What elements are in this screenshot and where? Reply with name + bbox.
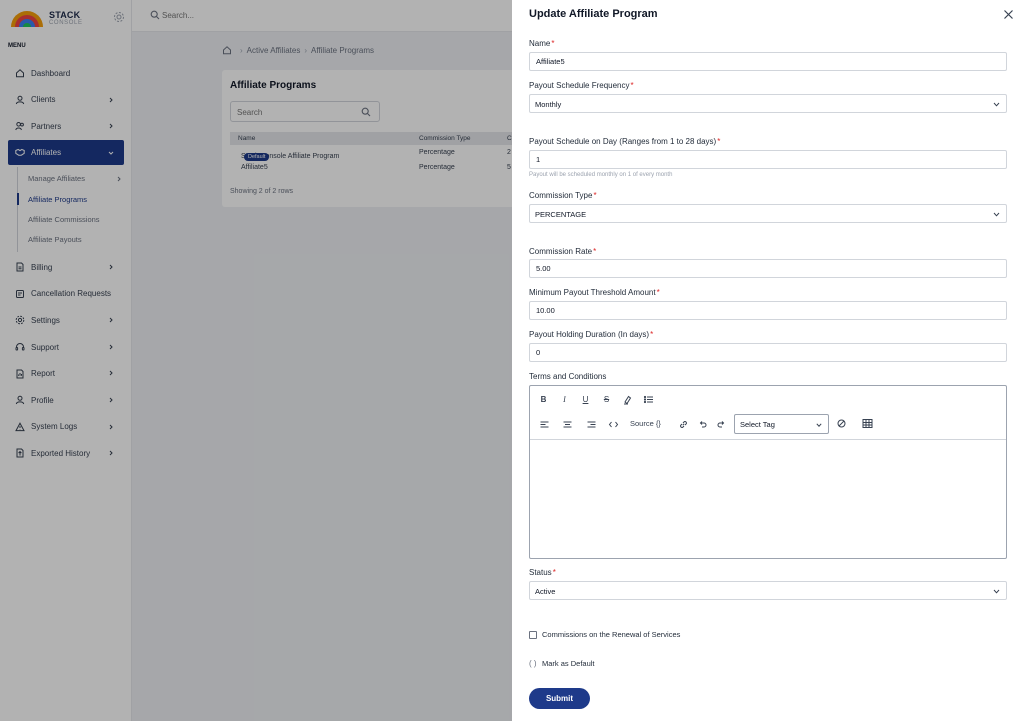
required-mark: *: [593, 191, 597, 200]
commission-rate-label: Commission Rate*: [529, 247, 596, 256]
schedule-day-label: Payout Schedule on Day (Ranges from 1 to…: [529, 137, 720, 146]
label-text: Status: [529, 568, 552, 577]
close-icon[interactable]: [1003, 9, 1014, 20]
editor-content-area[interactable]: [530, 440, 1006, 558]
table-icon[interactable]: [862, 418, 873, 429]
terms-label: Terms and Conditions: [529, 372, 607, 381]
chevron-down-icon: [816, 423, 822, 427]
chevron-down-icon: [993, 102, 1000, 107]
submit-button[interactable]: Submit: [529, 688, 590, 709]
code-icon[interactable]: [608, 419, 619, 430]
label-text: Payout Schedule on Day (Ranges from 1 to…: [529, 137, 717, 146]
label-text: Name: [529, 39, 551, 48]
label-text: Commission Type: [529, 191, 593, 200]
holding-duration-label: Payout Holding Duration (In days)*: [529, 330, 653, 339]
label-text: Payout Schedule Frequency: [529, 81, 630, 90]
select-value: Monthly: [535, 100, 562, 109]
chevron-down-icon: [993, 212, 1000, 217]
status-label: Status*: [529, 568, 556, 577]
label-text: Commission Rate: [529, 247, 593, 256]
name-label: Name*: [529, 39, 554, 48]
label-text: Minimum Payout Threshold Amount: [529, 288, 656, 297]
modal-overlay[interactable]: [0, 0, 512, 721]
chevron-down-icon: [993, 589, 1000, 594]
required-mark: *: [593, 247, 597, 256]
name-input[interactable]: [529, 52, 1007, 71]
frequency-select[interactable]: Monthly: [529, 94, 1007, 113]
tag-select[interactable]: Select Tag: [734, 414, 829, 434]
align-left-icon[interactable]: [539, 419, 550, 430]
commission-type-label: Commission Type*: [529, 191, 597, 200]
mark-default-label: Mark as Default: [542, 659, 595, 668]
mark-default-option[interactable]: ( ) Mark as Default: [529, 659, 595, 668]
commission-rate-input[interactable]: [529, 259, 1007, 278]
drawer-title: Update Affiliate Program: [529, 8, 658, 20]
renewal-commission-option[interactable]: Commissions on the Renewal of Services: [529, 630, 680, 639]
clear-format-icon[interactable]: [836, 418, 847, 429]
italic-icon[interactable]: I: [559, 394, 570, 405]
label-text: Payout Holding Duration (In days): [529, 330, 650, 339]
select-value: Active: [535, 587, 556, 596]
required-mark: *: [717, 137, 721, 146]
align-right-icon[interactable]: [586, 419, 597, 430]
required-mark: *: [656, 288, 660, 297]
mark-default-toggle[interactable]: ( ): [529, 659, 538, 668]
status-select[interactable]: Active: [529, 581, 1007, 600]
update-program-drawer: Update Affiliate Program Name* Payout Sc…: [512, 0, 1024, 721]
strikethrough-icon[interactable]: S: [601, 394, 612, 405]
editor-toolbar: B I U S Source {} Select Tag: [530, 386, 1006, 440]
required-mark: *: [630, 81, 634, 90]
schedule-day-hint: Payout will be scheduled monthly on 1 of…: [529, 172, 673, 178]
renewal-commission-label: Commissions on the Renewal of Services: [542, 630, 681, 639]
select-value: PERCENTAGE: [535, 210, 587, 219]
redo-icon[interactable]: [716, 419, 727, 430]
holding-duration-input[interactable]: [529, 343, 1007, 362]
bold-icon[interactable]: B: [538, 394, 549, 405]
required-mark: *: [551, 39, 555, 48]
frequency-label: Payout Schedule Frequency*: [529, 81, 634, 90]
select-value: Select Tag: [740, 420, 775, 429]
highlight-icon[interactable]: [622, 394, 633, 405]
threshold-label: Minimum Payout Threshold Amount*: [529, 288, 660, 297]
schedule-day-input[interactable]: [529, 150, 1007, 169]
link-icon[interactable]: [678, 419, 689, 430]
commission-type-select[interactable]: PERCENTAGE: [529, 204, 1007, 223]
renewal-commission-checkbox[interactable]: [529, 630, 537, 639]
terms-editor: B I U S Source {} Select Tag: [529, 385, 1007, 559]
source-button[interactable]: Source {}: [630, 419, 661, 428]
underline-icon[interactable]: U: [580, 394, 591, 405]
required-mark: *: [650, 330, 654, 339]
undo-icon[interactable]: [697, 419, 708, 430]
align-center-icon[interactable]: [562, 419, 573, 430]
threshold-input[interactable]: [529, 301, 1007, 320]
required-mark: *: [552, 568, 556, 577]
bullet-list-icon[interactable]: [643, 394, 654, 405]
